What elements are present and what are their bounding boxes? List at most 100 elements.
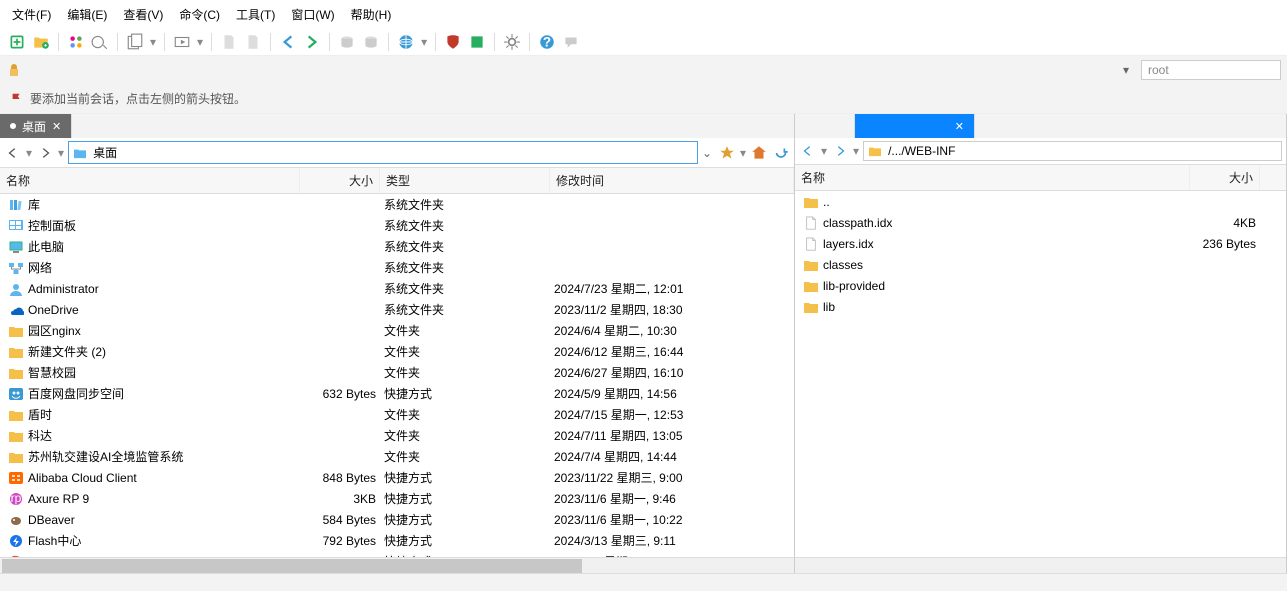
file-row[interactable]: 智慧校园文件夹2024/6/27 星期四, 16:10 [0,362,794,383]
file-name: Flash中心 [28,532,81,549]
file-row[interactable]: classes [795,254,1286,275]
home-button[interactable] [750,144,768,162]
col-name[interactable]: 名称 [0,168,300,193]
right-tab-blank[interactable] [795,114,855,138]
new-folder-button[interactable] [32,33,50,51]
col-size[interactable]: 大小 [1190,165,1260,190]
user-box[interactable]: root [1141,60,1281,80]
file-row[interactable]: Administrator系统文件夹2024/7/23 星期二, 12:01 [0,278,794,299]
adblock-button[interactable] [468,33,486,51]
file-row[interactable]: lib-provided [795,275,1286,296]
file-row[interactable]: 此电脑系统文件夹 [0,236,794,257]
settings-button[interactable] [503,33,521,51]
disk-button-1[interactable] [338,33,356,51]
right-path-box[interactable]: /.../WEB-INF [863,141,1282,161]
file-row[interactable]: OneDrive系统文件夹2023/11/2 星期四, 18:30 [0,299,794,320]
video-button[interactable] [173,33,191,51]
file-name: classpath.idx [823,216,892,230]
back-button[interactable] [799,142,817,160]
file-button-2[interactable] [244,33,262,51]
col-modified[interactable]: 修改时间 [550,168,794,193]
file-size: 4KB [1190,216,1260,230]
file-row[interactable]: .. [795,191,1286,212]
menu-help[interactable]: 帮助(H) [347,4,396,25]
right-tab-active[interactable]: ✕ [855,114,975,138]
file-row[interactable]: 科达文件夹2024/7/11 星期四, 13:05 [0,425,794,446]
path-dropdown[interactable]: ⌄ [702,146,714,160]
file-row[interactable]: Alibaba Cloud Client848 Bytes快捷方式2023/11… [0,467,794,488]
nav-button-2[interactable] [91,33,109,51]
file-type: 快捷方式 [380,385,550,402]
file-name: DBeaver [28,513,75,527]
file-name: Administrator [28,282,99,296]
file-row[interactable]: 新建文件夹 (2)文件夹2024/6/12 星期三, 16:44 [0,341,794,362]
right-file-list[interactable]: .. classpath.idx 4KB layers.idx236 Bytescla… [795,191,1286,557]
file-button-1[interactable] [220,33,238,51]
file-type: 快捷方式 [380,490,550,507]
close-icon[interactable]: ✕ [52,120,61,133]
file-row[interactable]: 盾时文件夹2024/7/15 星期一, 12:53 [0,404,794,425]
file-row[interactable]: Flash中心792 Bytes快捷方式2024/3/13 星期三, 9:11 [0,530,794,551]
file-date: 2024/5/9 星期四, 14:56 [550,385,794,402]
ublock-button[interactable] [444,33,462,51]
file-row[interactable]: rpAxure RP 93KB快捷方式2023/11/6 星期一, 9:46 [0,488,794,509]
file-name: 网络 [28,259,52,276]
menu-command[interactable]: 命令(C) [175,4,224,25]
back-button[interactable] [4,144,22,162]
file-date: 2024/6/27 星期四, 16:10 [550,364,794,381]
file-date: 2024/7/23 星期二, 12:01 [550,280,794,297]
clipboard-button[interactable] [126,33,144,51]
left-arrow-button[interactable] [279,33,297,51]
address-dropdown[interactable]: ▾ [1123,63,1135,77]
left-tab-desktop[interactable]: 桌面 ✕ [0,114,72,138]
chat-button[interactable] [562,33,580,51]
file-type: 系统文件夹 [380,196,550,213]
left-scrollbar[interactable] [0,557,794,573]
nav-button-1[interactable] [67,33,85,51]
file-row[interactable]: classpath.idx 4KB [795,212,1286,233]
file-row[interactable]: 园区nginx文件夹2024/6/4 星期二, 10:30 [0,320,794,341]
file-name: 园区nginx [28,322,81,339]
file-type: 系统文件夹 [380,217,550,234]
menu-window[interactable]: 窗口(W) [287,4,338,25]
disk-button-2[interactable] [362,33,380,51]
file-row[interactable]: 网络系统文件夹 [0,257,794,278]
left-file-list[interactable]: 库系统文件夹控制面板系统文件夹此电脑系统文件夹网络系统文件夹Administra… [0,194,794,557]
left-path: 桌面 [93,144,117,161]
close-icon[interactable]: ✕ [955,120,964,133]
file-row[interactable]: lib [795,296,1286,317]
file-type: 文件夹 [380,343,550,360]
file-size: 236 Bytes [1190,237,1260,251]
left-tabs: 桌面 ✕ [0,114,794,138]
address-input[interactable] [28,60,1117,80]
file-row[interactable]: 百度网盘同步空间632 Bytes快捷方式2024/5/9 星期四, 14:56 [0,383,794,404]
forward-button[interactable] [36,144,54,162]
col-name[interactable]: 名称 [795,165,1190,190]
favorite-button[interactable] [718,144,736,162]
menu-view[interactable]: 查看(V) [119,4,167,25]
menu-file[interactable]: 文件(F) [8,4,55,25]
col-type[interactable]: 类型 [380,168,550,193]
file-row[interactable]: DBeaver584 Bytes快捷方式2023/11/6 星期一, 10:22 [0,509,794,530]
file-name: 百度网盘同步空间 [28,385,124,402]
left-path-box[interactable]: 桌面 [68,141,698,164]
globe-button[interactable] [397,33,415,51]
new-button[interactable] [8,33,26,51]
help-button[interactable]: ? [538,33,556,51]
refresh-button[interactable] [772,144,790,162]
menu-edit[interactable]: 编辑(E) [63,4,111,25]
file-row[interactable]: 控制面板 系统文件夹 [0,215,794,236]
col-size[interactable]: 大小 [300,168,380,193]
right-scrollbar[interactable] [795,557,1286,573]
file-type: 系统文件夹 [380,301,550,318]
menu-tools[interactable]: 工具(T) [232,4,279,25]
file-row[interactable]: layers.idx236 Bytes [795,233,1286,254]
file-name: 新建文件夹 (2) [28,343,106,360]
file-row[interactable]: 库系统文件夹 [0,194,794,215]
file-name: 控制面板 [28,217,76,234]
file-type: 系统文件夹 [380,238,550,255]
file-row[interactable]: 苏州轨交建设AI全境监管系统文件夹2024/7/4 星期四, 14:44 [0,446,794,467]
forward-button[interactable] [831,142,849,160]
right-arrow-button[interactable] [303,33,321,51]
file-name: OneDrive [28,303,79,317]
